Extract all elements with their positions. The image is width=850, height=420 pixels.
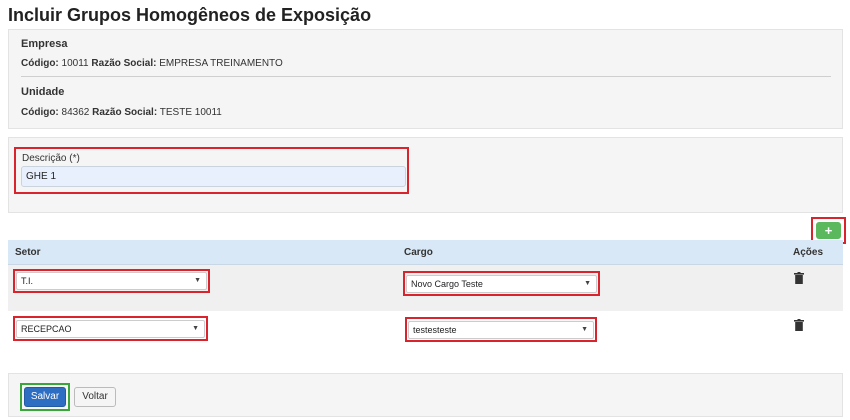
unidade-heading: Unidade	[21, 86, 65, 98]
empresa-codigo-value: 10011	[61, 58, 89, 69]
descricao-input[interactable]: GHE 1	[21, 166, 406, 187]
empresa-heading: Empresa	[21, 38, 68, 50]
cargo-highlight: Novo Cargo Teste ▼	[403, 271, 600, 296]
trash-icon[interactable]	[794, 319, 804, 331]
setor-select-value: T.I.	[21, 276, 34, 286]
setor-select[interactable]: RECEPCAO ▼	[16, 320, 205, 338]
divider	[21, 76, 831, 77]
unidade-razao-value: TESTE 10011	[159, 107, 222, 118]
descricao-highlight: Descrição (*) GHE 1	[14, 147, 409, 194]
setor-highlight: T.I. ▼	[13, 269, 210, 293]
cargo-select-value: testesteste	[413, 325, 457, 335]
description-panel: Descrição (*) GHE 1	[8, 137, 843, 213]
table-row: T.I. ▼ Novo Cargo Teste ▼	[8, 265, 843, 311]
setor-select-value: RECEPCAO	[21, 324, 72, 334]
unidade-codigo-value: 84362	[61, 107, 90, 118]
header-cargo: Cargo	[404, 247, 433, 258]
unidade-info: Código: 84362 Razão Social: TESTE 10011	[21, 107, 222, 118]
chevron-down-icon: ▼	[194, 277, 201, 284]
chevron-down-icon: ▼	[192, 325, 199, 332]
descricao-label: Descrição (*)	[22, 153, 80, 164]
add-row-button[interactable]: +	[816, 222, 841, 239]
table-header: Setor Cargo Ações	[8, 240, 843, 265]
table-row: RECEPCAO ▼ testesteste ▼	[8, 311, 843, 357]
company-info-panel: Empresa Código: 10011 Razão Social: EMPR…	[8, 29, 843, 129]
empresa-razao-value: EMPRESA TREINAMENTO	[159, 58, 283, 69]
page-title: Incluir Grupos Homogêneos de Exposição	[8, 5, 372, 25]
unidade-codigo-label: Código:	[21, 107, 59, 118]
footer-panel	[8, 373, 843, 417]
header-setor: Setor	[15, 247, 41, 258]
chevron-down-icon: ▼	[584, 280, 591, 287]
empresa-info: Código: 10011 Razão Social: EMPRESA TREI…	[21, 58, 283, 69]
save-button[interactable]: Salvar	[24, 387, 66, 407]
empresa-codigo-label: Código:	[21, 58, 59, 69]
chevron-down-icon: ▼	[581, 326, 588, 333]
cargo-select[interactable]: testesteste ▼	[408, 321, 594, 339]
setor-highlight: RECEPCAO ▼	[13, 316, 208, 341]
trash-icon[interactable]	[794, 272, 804, 284]
save-highlight: Salvar	[20, 383, 70, 411]
header-acoes: Ações	[793, 247, 824, 258]
cargo-highlight: testesteste ▼	[405, 317, 597, 342]
unidade-razao-label: Razão Social:	[92, 107, 158, 118]
back-button[interactable]: Voltar	[74, 387, 116, 407]
setor-select[interactable]: T.I. ▼	[16, 272, 207, 290]
cargo-select-value: Novo Cargo Teste	[411, 279, 483, 289]
empresa-razao-label: Razão Social:	[91, 58, 157, 69]
cargo-select[interactable]: Novo Cargo Teste ▼	[406, 275, 597, 293]
